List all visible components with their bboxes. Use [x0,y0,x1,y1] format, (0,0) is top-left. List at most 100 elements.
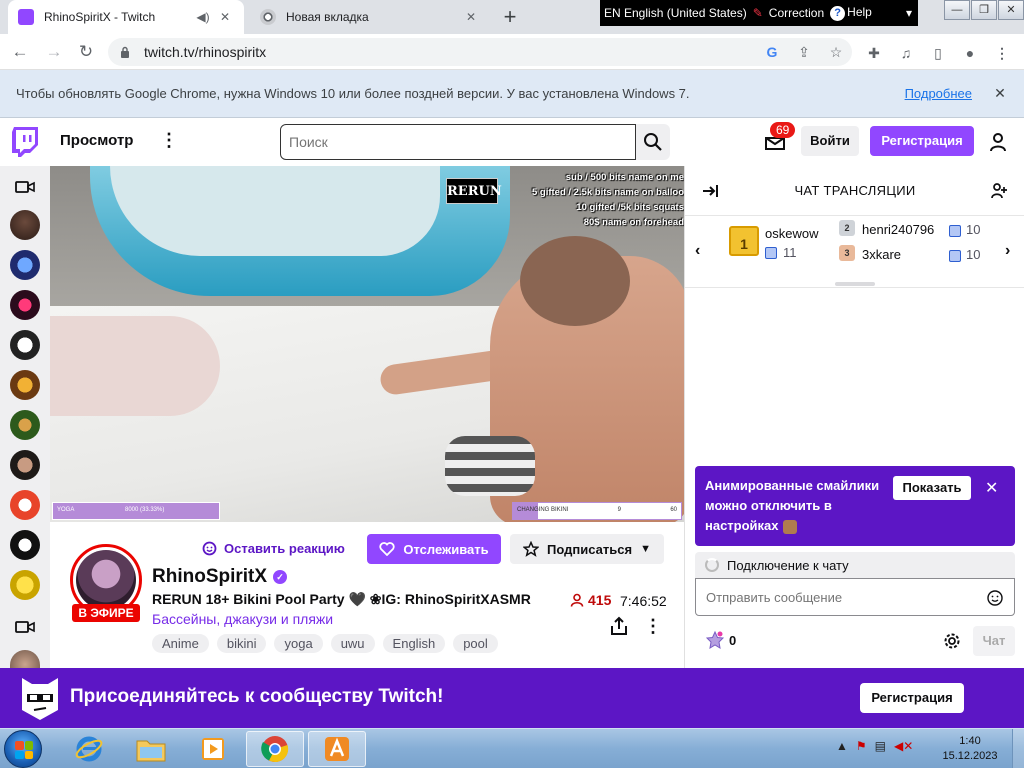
bikini-goal-label: CHANGING BIKINI [517,507,569,513]
login-button[interactable]: Войти [801,126,859,156]
tab-close-icon[interactable]: ✕ [216,10,234,24]
new-tab-button[interactable]: + [498,5,522,29]
tray-expand-icon[interactable]: ▲ [836,739,848,753]
forward-button[interactable]: → [42,40,66,64]
leader-name-2[interactable]: henri240796 [862,222,934,237]
react-button[interactable]: Оставить реакцию [202,538,345,558]
leaderboard-prev-icon[interactable]: ‹ [695,242,700,260]
action-center-flag-icon[interactable]: ⚑ [856,739,867,753]
verified-badge-icon: ✓ [273,570,288,584]
address-bar[interactable]: twitch.tv/rhinospiritx G ⇪ ☆ [108,38,852,66]
language-label[interactable]: EN English (United States) [604,6,747,20]
leader-name-3[interactable]: 3xkare [862,247,901,262]
channel-avatar-5[interactable] [10,370,40,400]
taskbar-chrome[interactable] [246,731,304,767]
channel-avatar-6[interactable] [10,410,40,440]
restore-button[interactable]: ❐ [971,0,997,20]
extensions-puzzle-icon[interactable]: ✚ [864,43,884,63]
chat-settings-gear-icon[interactable] [943,632,961,650]
bikini-goal-target: 60 [670,507,677,513]
share-icon[interactable] [610,616,628,636]
search-icon [644,133,662,151]
channel-points-value: 0 [729,632,737,648]
emote-notice-show-button[interactable]: Показать [893,476,971,500]
tag-item[interactable]: pool [453,634,498,653]
bookmark-star-icon[interactable]: ☆ [820,44,852,61]
reload-button[interactable]: ↻ [74,40,98,64]
tag-item[interactable]: English [382,634,446,653]
followed-channels-camera-icon[interactable] [15,180,35,194]
help-label[interactable]: Help [847,5,872,19]
stream-category-link[interactable]: Бассейны, джакузи и пляжи [152,611,333,627]
url-text[interactable]: twitch.tv/rhinospiritx [144,44,756,60]
signup-button[interactable]: Регистрация [870,126,974,156]
google-lens-icon[interactable]: G [756,44,788,60]
minimize-button[interactable]: — [944,0,970,20]
tag-item[interactable]: uwu [330,634,375,653]
taskbar-media-player[interactable] [184,731,242,767]
side-panel-icon[interactable]: ▯ [928,43,948,63]
follow-button[interactable]: Отслеживать [367,534,501,564]
subscribe-button[interactable]: Подписаться ▼ [510,534,664,564]
back-button[interactable]: ← [8,40,32,64]
browse-link[interactable]: Просмотр [60,132,133,149]
taskbar-internet-explorer[interactable] [60,731,118,767]
more-options-icon[interactable]: ⋮ [644,616,662,637]
gift-icon [949,225,961,237]
infobar-close-icon[interactable]: ✕ [990,85,1010,102]
channel-avatar-1[interactable] [10,210,40,240]
show-desktop-button[interactable] [1012,729,1024,768]
channel-name[interactable]: RhinoSpiritX ✓ [152,566,288,588]
chrome-menu-icon[interactable]: ⋮ [992,43,1012,63]
speaker-icon[interactable]: ◀) [194,10,212,24]
search-input[interactable] [280,124,636,160]
langbar-menu-icon[interactable]: ▾ [906,6,912,20]
windows-taskbar: ▲ ⚑ ▤ ◀✕ 1:40 15.12.2023 [0,728,1024,768]
channel-avatar-7[interactable] [10,450,40,480]
video-player[interactable]: RERUN sub / 500 bits name on me 5 gifted… [50,166,684,522]
more-menu-icon[interactable]: ⋮ [160,130,178,152]
close-window-button[interactable]: ✕ [998,0,1024,20]
chat-send-button[interactable]: Чат [973,626,1015,656]
community-users-icon[interactable] [991,182,1009,200]
emote-notice-close-icon[interactable]: ✕ [985,478,998,498]
emote-picker-icon[interactable] [987,590,1003,606]
channel-avatar-8[interactable] [10,490,40,520]
channel-avatar-4[interactable] [10,330,40,360]
channel-avatar-2[interactable] [10,250,40,280]
tag-item[interactable]: yoga [274,634,323,653]
correction-label[interactable]: Correction [769,6,824,20]
join-banner-signup-button[interactable]: Регистрация [860,683,964,713]
recommended-channels-camera-icon[interactable] [15,620,35,634]
taskbar-aimp[interactable] [308,731,366,767]
tag-item[interactable]: Anime [152,634,209,653]
media-control-icon[interactable]: ♫ [896,43,916,63]
taskbar-clock[interactable]: 1:40 15.12.2023 [938,734,1002,764]
channel-avatar-11[interactable] [10,650,40,668]
browser-tab-twitch[interactable]: RhinoSpiritX - Twitch ◀) ✕ [8,0,244,34]
channel-avatar-10[interactable] [10,570,40,600]
browser-tab-newtab[interactable]: Новая вкладка ✕ [250,0,490,34]
user-menu-icon[interactable] [988,132,1008,152]
leader-name-1[interactable]: oskewow [765,226,818,241]
channel-avatar-3[interactable] [10,290,40,320]
infobar-more-link[interactable]: Подробнее [905,86,972,101]
channel-avatar-9[interactable] [10,530,40,560]
notification-count-badge: 69 [770,122,796,138]
taskbar-explorer[interactable] [122,731,180,767]
chat-header: ЧАТ ТРАНСЛЯЦИИ [685,166,1024,216]
share-page-icon[interactable]: ⇪ [788,44,820,61]
volume-muted-icon[interactable]: ◀✕ [894,739,913,753]
video-scene-stocking [445,436,535,496]
leaderboard-next-icon[interactable]: › [1005,242,1010,260]
profile-icon[interactable]: ● [960,43,980,63]
goal-line: 80$ name on forehead [583,217,684,228]
twitch-logo-icon[interactable] [12,127,38,157]
channel-points[interactable]: 0 [705,630,736,650]
tab-close-icon[interactable]: ✕ [462,10,480,24]
chat-message-input[interactable] [695,578,1015,616]
start-button[interactable] [4,730,42,768]
tag-item[interactable]: bikini [216,634,267,653]
search-button[interactable] [636,124,670,160]
network-icon[interactable]: ▤ [875,739,886,753]
